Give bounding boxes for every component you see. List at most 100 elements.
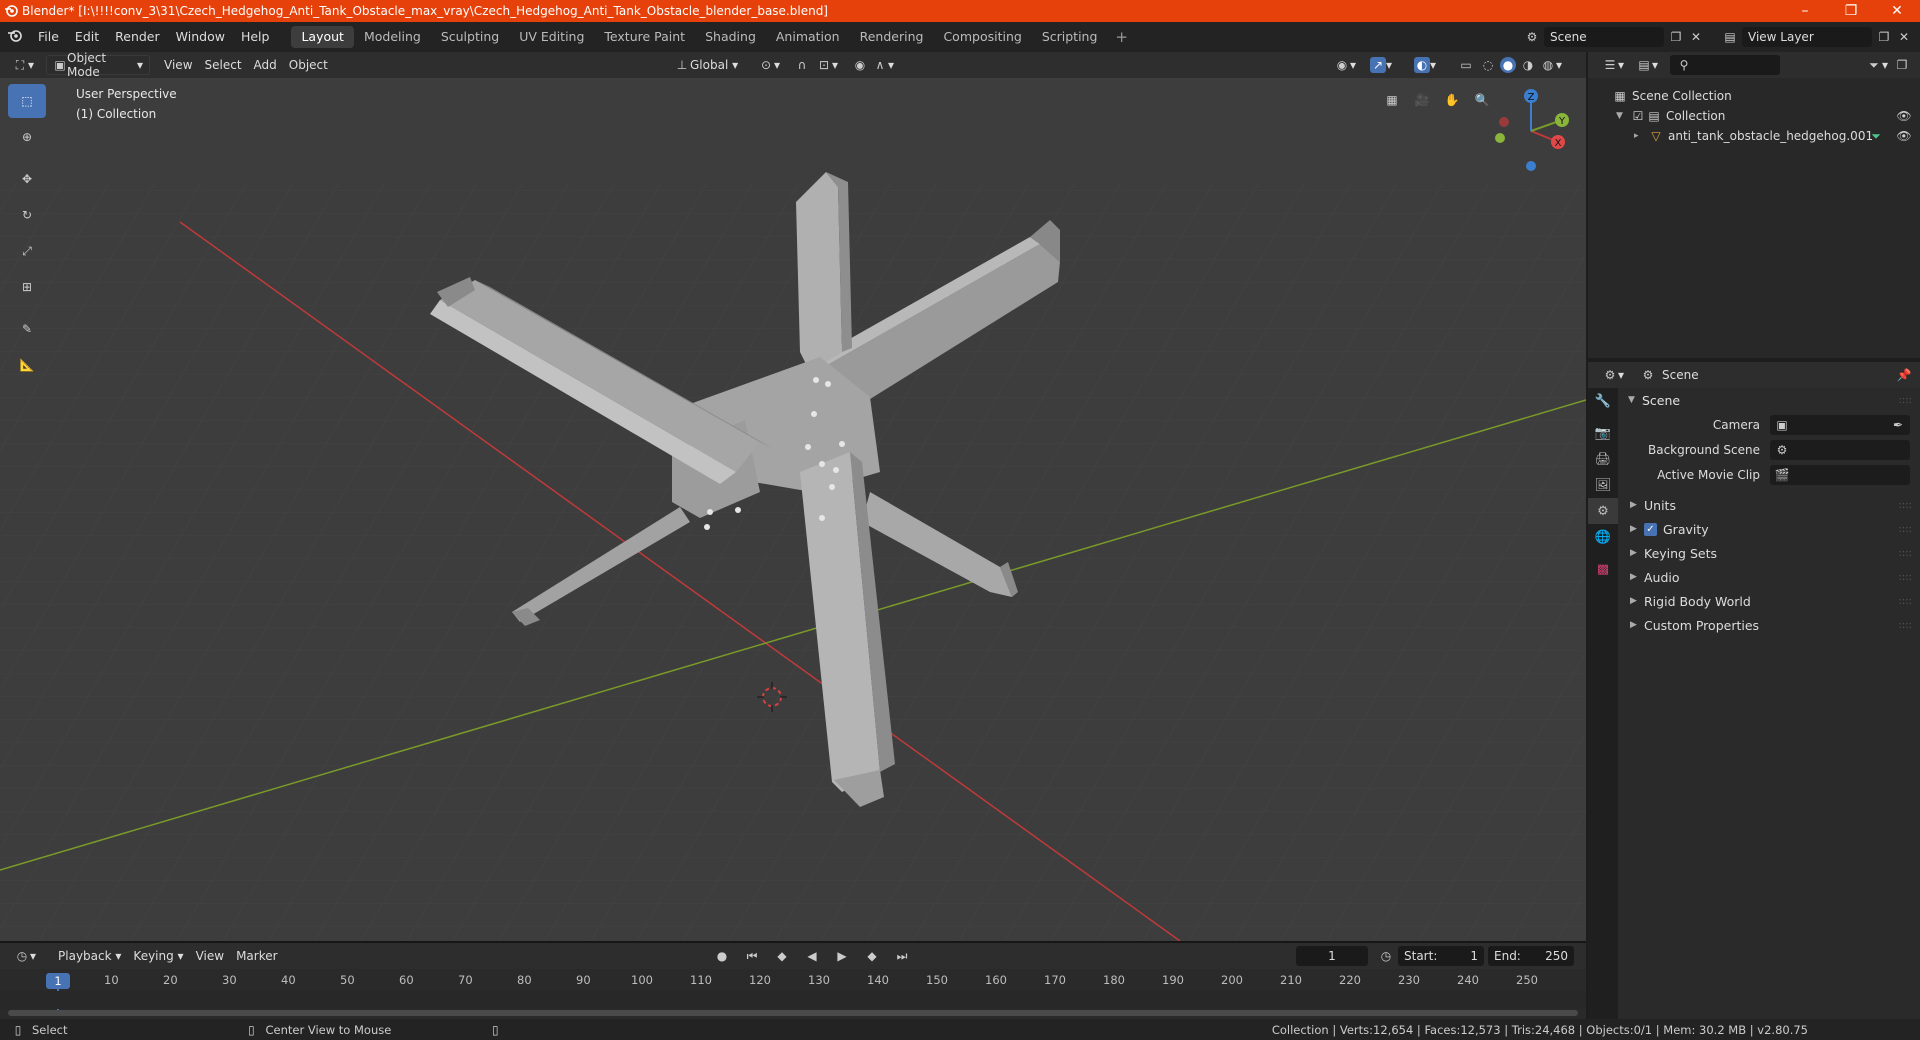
cursor-tool[interactable]: ⊕ [8,120,46,154]
tab-tool[interactable]: 🔧 [1588,388,1618,414]
measure-tool[interactable]: 📐 [8,348,46,382]
gravity-panel-header[interactable]: ▶ ✓ Gravity :::: [1620,517,1920,541]
mesh-data-icon[interactable]: ⏷ [1868,128,1884,144]
scene-panel-header[interactable]: ▼ Scene :::: [1620,388,1920,412]
tab-rendering[interactable]: Rendering [850,26,934,48]
blender-menu-icon[interactable] [0,28,30,46]
properties-editor-type-button[interactable]: ⚙ ▾ [1596,365,1630,385]
neg-x-axis-icon[interactable] [1499,117,1509,127]
current-frame-field[interactable]: 1 [1296,946,1368,966]
rigid-body-world-panel-header[interactable]: ▶ Rigid Body World :::: [1620,589,1920,613]
menu-keying[interactable]: Keying ▾ [127,946,189,966]
tab-scene[interactable]: ⚙ [1588,498,1618,524]
panel-drag-icon[interactable]: :::: [1899,548,1912,559]
tab-world[interactable]: 🌐 [1588,524,1618,550]
tab-shading[interactable]: Shading [695,26,766,48]
neg-y-axis-icon[interactable] [1495,133,1505,143]
timeline-editor-type-button[interactable]: ◷ ▾ [8,946,42,966]
view-layer-selector[interactable]: View Layer [1742,27,1872,47]
playhead-frame[interactable]: 1 [46,973,70,989]
collection-checkbox-icon[interactable]: ☑ [1630,108,1646,124]
maximize-button[interactable]: ❐ [1828,0,1874,22]
tab-uv-editing[interactable]: UV Editing [509,26,594,48]
outliner-search-input[interactable]: ⚲ [1670,55,1781,75]
menu-edit[interactable]: Edit [67,22,107,52]
select-box-tool[interactable]: ⬚ [8,84,46,118]
eyedropper-icon[interactable]: ✒ [1890,417,1906,433]
outliner-object-row[interactable]: ▸ ▽ anti_tank_obstacle_hedgehog.001 ⏷ 👁 [1588,126,1920,146]
menu-render[interactable]: Render [107,22,168,52]
jump-start-button[interactable]: ⏮ [738,946,766,966]
tab-layout[interactable]: Layout [291,26,354,48]
pan-button[interactable]: ✋ [1438,86,1466,114]
menu-timeline-view[interactable]: View [190,946,230,966]
gizmo-toggle[interactable]: ↗ ▾ [1364,55,1398,75]
rendered-shading-button[interactable]: ◍ ▾ [1534,55,1568,75]
add-workspace-button[interactable]: + [1107,28,1136,46]
rotate-tool[interactable]: ↻ [8,198,46,232]
outliner-editor-type-button[interactable]: ☰ ▾ [1596,55,1630,75]
expand-collection-icon[interactable]: ▼ [1616,111,1630,121]
active-movie-clip-field[interactable]: 🎬 [1770,464,1910,485]
panel-drag-icon[interactable]: :::: [1899,620,1912,631]
3d-viewport[interactable]: ⛶ ▾ ▣ Object Mode ▾ View Select Add Objec… [0,52,1586,941]
tab-texture-paint[interactable]: Texture Paint [594,26,695,48]
jump-end-button[interactable]: ⏭ [888,946,916,966]
tab-compositing[interactable]: Compositing [933,26,1031,48]
next-keyframe-button[interactable]: ◆ [858,946,886,966]
transform-orientation-dropdown[interactable]: ⊥ Global ▾ [668,55,744,75]
menu-object[interactable]: Object [283,55,334,75]
annotate-tool[interactable]: ✎ [8,312,46,346]
timeline-ruler[interactable]: 10 20 30 40 50 60 70 80 90 100 110 120 1… [0,971,1586,991]
new-collection-button[interactable]: ❐ [1888,55,1916,75]
new-scene-icon[interactable]: ❐ [1668,29,1684,45]
record-button[interactable]: ● [708,946,736,966]
end-frame-field[interactable]: End: 250 [1488,946,1574,966]
collection-visibility-eye-icon[interactable]: 👁 [1896,108,1912,124]
tab-modeling[interactable]: Modeling [354,26,431,48]
move-tool[interactable]: ✥ [8,162,46,196]
minimize-button[interactable]: – [1782,0,1828,22]
gravity-checkbox[interactable]: ✓ [1644,522,1657,536]
mode-dropdown[interactable]: ▣ Object Mode ▾ [46,52,151,79]
visibility-button[interactable]: ◉ ▾ [1328,55,1362,75]
tab-output[interactable]: 🖨 [1588,446,1618,472]
menu-playback[interactable]: Playback ▾ [52,946,127,966]
editor-type-button[interactable]: ⛶ ▾ [6,55,40,75]
close-button[interactable]: ✕ [1874,0,1920,22]
outliner-scene-collection[interactable]: ▦ Scene Collection [1588,86,1920,106]
menu-add[interactable]: Add [248,55,283,75]
tab-scripting[interactable]: Scripting [1032,26,1108,48]
background-scene-field[interactable]: ⚙ [1770,439,1910,460]
pin-icon[interactable]: 📌 [1896,367,1912,383]
start-frame-field[interactable]: Start: 1 [1398,946,1484,966]
panel-drag-icon[interactable]: :::: [1899,395,1912,406]
menu-select[interactable]: Select [199,55,248,75]
panel-drag-icon[interactable]: :::: [1899,596,1912,607]
camera-view-button[interactable]: 🎥 [1408,86,1436,114]
menu-help[interactable]: Help [233,22,278,52]
menu-marker[interactable]: Marker [230,946,283,966]
navigation-gizmo[interactable]: Z X Y [1486,86,1576,176]
transform-tool[interactable]: ⊞ [8,270,46,304]
prev-keyframe-button[interactable]: ◆ [768,946,796,966]
delete-scene-icon[interactable]: ✕ [1688,29,1704,45]
tab-texture[interactable]: ▩ [1588,556,1618,582]
panel-drag-icon[interactable]: :::: [1899,572,1912,583]
perspective-toggle[interactable]: ▦ [1378,86,1406,114]
panel-drag-icon[interactable]: :::: [1899,500,1912,511]
timeline-track-area[interactable] [0,991,1586,1009]
new-view-layer-icon[interactable]: ❐ [1876,29,1892,45]
tab-render[interactable]: 📷 [1588,420,1618,446]
camera-field[interactable]: ▣ ✒ [1770,414,1910,435]
menu-window[interactable]: Window [168,22,233,52]
delete-view-layer-icon[interactable]: ✕ [1896,29,1912,45]
keying-sets-panel-header[interactable]: ▶ Keying Sets :::: [1620,541,1920,565]
play-reverse-button[interactable]: ◀ [798,946,826,966]
expand-object-icon[interactable]: ▸ [1634,131,1648,141]
play-button[interactable]: ▶ [828,946,856,966]
custom-properties-panel-header[interactable]: ▶ Custom Properties :::: [1620,613,1920,637]
timeline-scrollbar[interactable] [8,1010,1578,1016]
preview-range-icon[interactable]: ◷ [1378,948,1394,964]
scale-tool[interactable]: ⤢ [8,234,46,268]
